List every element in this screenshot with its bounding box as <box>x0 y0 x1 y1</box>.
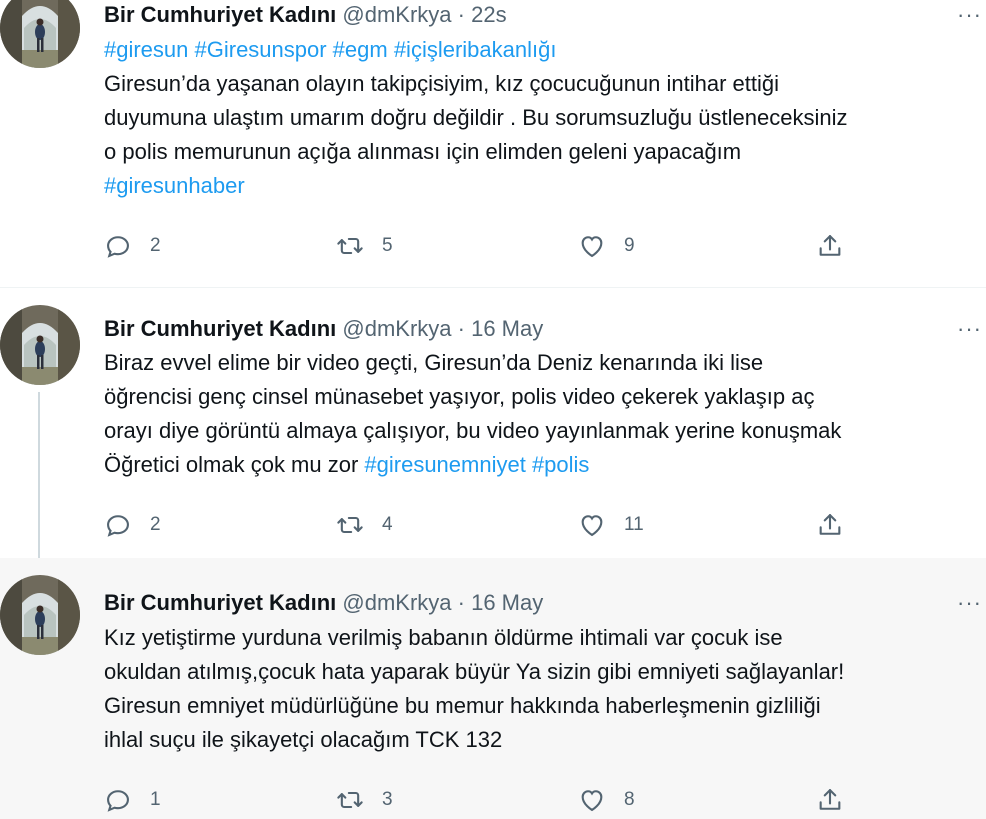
timestamp[interactable]: 16 May <box>471 590 543 615</box>
display-name[interactable]: Bir Cumhuriyet Kadını <box>104 316 336 341</box>
avatar[interactable] <box>0 575 80 655</box>
reply-count: 2 <box>150 235 161 256</box>
share-icon <box>819 789 841 810</box>
tweet-text-segment: o polis memurunun açığa alınması için el… <box>104 139 742 164</box>
retweet-count: 4 <box>382 514 393 535</box>
tweet-text-segment: Giresun’da yaşanan olayın takipçisiyim, … <box>104 71 780 96</box>
tweet-actions: 1 3 8 <box>104 786 844 816</box>
more-icon[interactable]: ··· <box>957 590 982 616</box>
tweet-header: Bir Cumhuriyet Kadını @dmKrkya · 16 May <box>104 316 543 342</box>
like-button[interactable]: 8 <box>578 786 635 814</box>
retweet-button[interactable]: 4 <box>336 511 393 539</box>
tweet-text-segment: Giresun emniyet müdürlüğüne bu memur hak… <box>104 693 821 718</box>
reply-button[interactable]: 2 <box>104 232 161 260</box>
share-button[interactable] <box>816 232 844 260</box>
hashtag-link[interactable]: #giresun #Giresunspor #egm #içişleribaka… <box>104 37 556 62</box>
like-button[interactable]: 11 <box>578 511 644 539</box>
reply-icon <box>107 236 129 258</box>
reply-button[interactable]: 1 <box>104 786 161 814</box>
tweet-text-segment: Biraz evvel elime bir video geçti, Gires… <box>104 350 764 375</box>
retweet-icon <box>337 516 363 534</box>
tweet-text-line: Öğretici olmak çok mu zor #giresunemniye… <box>104 448 976 482</box>
timestamp[interactable]: 16 May <box>471 316 543 341</box>
reply-icon <box>107 790 129 812</box>
retweet-icon <box>337 791 363 809</box>
tweet-text-segment: orayı diye görüntü almaya çalışıyor, bu … <box>104 418 842 443</box>
display-name[interactable]: Bir Cumhuriyet Kadını <box>104 590 336 615</box>
tweet-text-line: duyumuna ulaştım umarım doğru değildir .… <box>104 101 976 135</box>
tweet-actions: 2 4 11 <box>104 511 844 541</box>
tweet-text-line: okuldan atılmış,çocuk hata yaparak büyür… <box>104 655 976 689</box>
separator: · <box>457 590 465 615</box>
tweet-text-line: #giresunhaber <box>104 169 976 203</box>
retweet-count: 3 <box>382 789 393 810</box>
avatar[interactable] <box>0 305 80 385</box>
share-icon <box>819 235 841 256</box>
tweet-text-segment: Kız yetiştirme yurduna verilmiş babanın … <box>104 625 783 650</box>
tweet-text-line: Giresun’da yaşanan olayın takipçisiyim, … <box>104 67 976 101</box>
reply-count: 1 <box>150 789 161 810</box>
tweet-text: Biraz evvel elime bir video geçti, Gires… <box>104 346 976 482</box>
share-button[interactable] <box>816 786 844 814</box>
like-count: 11 <box>624 514 644 535</box>
tweet-header: Bir Cumhuriyet Kadını @dmKrkya · 16 May <box>104 590 543 616</box>
reply-button[interactable]: 2 <box>104 511 161 539</box>
retweet-button[interactable]: 3 <box>336 786 393 814</box>
like-button[interactable]: 9 <box>578 232 635 260</box>
hashtag-link[interactable]: #giresunhaber <box>104 173 245 198</box>
tweet-header: Bir Cumhuriyet Kadını @dmKrkya · 22s <box>104 2 507 28</box>
tweet-text-segment: duyumuna ulaştım umarım doğru değildir .… <box>104 105 848 130</box>
tweet-text-segment: ihlal suçu ile şikayetçi olacağım TCK 13… <box>104 727 503 752</box>
tweet-text-line: ihlal suçu ile şikayetçi olacağım TCK 13… <box>104 723 976 757</box>
user-handle[interactable]: @dmKrkya <box>342 316 451 341</box>
reply-count: 2 <box>150 514 161 535</box>
tweet-text-segment: öğrencisi genç cinsel münasebet yaşıyor,… <box>104 384 815 409</box>
separator: · <box>457 2 465 27</box>
tweet-text-line: orayı diye görüntü almaya çalışıyor, bu … <box>104 414 976 448</box>
tweet-actions: 2 5 9 <box>104 232 844 262</box>
tweet-text-line: Biraz evvel elime bir video geçti, Gires… <box>104 346 976 380</box>
user-handle[interactable]: @dmKrkya <box>342 2 451 27</box>
hashtag-link[interactable]: #giresunemniyet #polis <box>364 452 589 477</box>
share-button[interactable] <box>816 511 844 539</box>
timestamp[interactable]: 22s <box>471 2 506 27</box>
share-icon <box>819 514 841 535</box>
retweet-count: 5 <box>382 235 393 256</box>
like-icon <box>581 790 603 812</box>
like-icon <box>581 515 603 537</box>
tweet-text-segment: Öğretici olmak çok mu zor <box>104 452 365 477</box>
tweet-text-segment: okuldan atılmış,çocuk hata yaparak büyür… <box>104 659 845 684</box>
like-count: 8 <box>624 789 635 810</box>
avatar[interactable] <box>0 0 80 68</box>
more-icon[interactable]: ··· <box>957 316 982 342</box>
tweet-text-line: öğrencisi genç cinsel münasebet yaşıyor,… <box>104 380 976 414</box>
retweet-button[interactable]: 5 <box>336 232 393 260</box>
like-count: 9 <box>624 235 635 256</box>
reply-icon <box>107 515 129 537</box>
retweet-icon <box>337 237 363 255</box>
tweet-text-line: Kız yetiştirme yurduna verilmiş babanın … <box>104 621 976 655</box>
separator: · <box>457 316 465 341</box>
user-handle[interactable]: @dmKrkya <box>342 590 451 615</box>
tweet-text: #giresun #Giresunspor #egm #içişleribaka… <box>104 33 976 203</box>
more-icon[interactable]: ··· <box>957 2 982 28</box>
tweet-text-line: #giresun #Giresunspor #egm #içişleribaka… <box>104 33 976 67</box>
display-name[interactable]: Bir Cumhuriyet Kadını <box>104 2 336 27</box>
tweet-text: Kız yetiştirme yurduna verilmiş babanın … <box>104 621 976 757</box>
tweet-text-line: o polis memurunun açığa alınması için el… <box>104 135 976 169</box>
like-icon <box>581 236 603 258</box>
tweet-text-line: Giresun emniyet müdürlüğüne bu memur hak… <box>104 689 976 723</box>
